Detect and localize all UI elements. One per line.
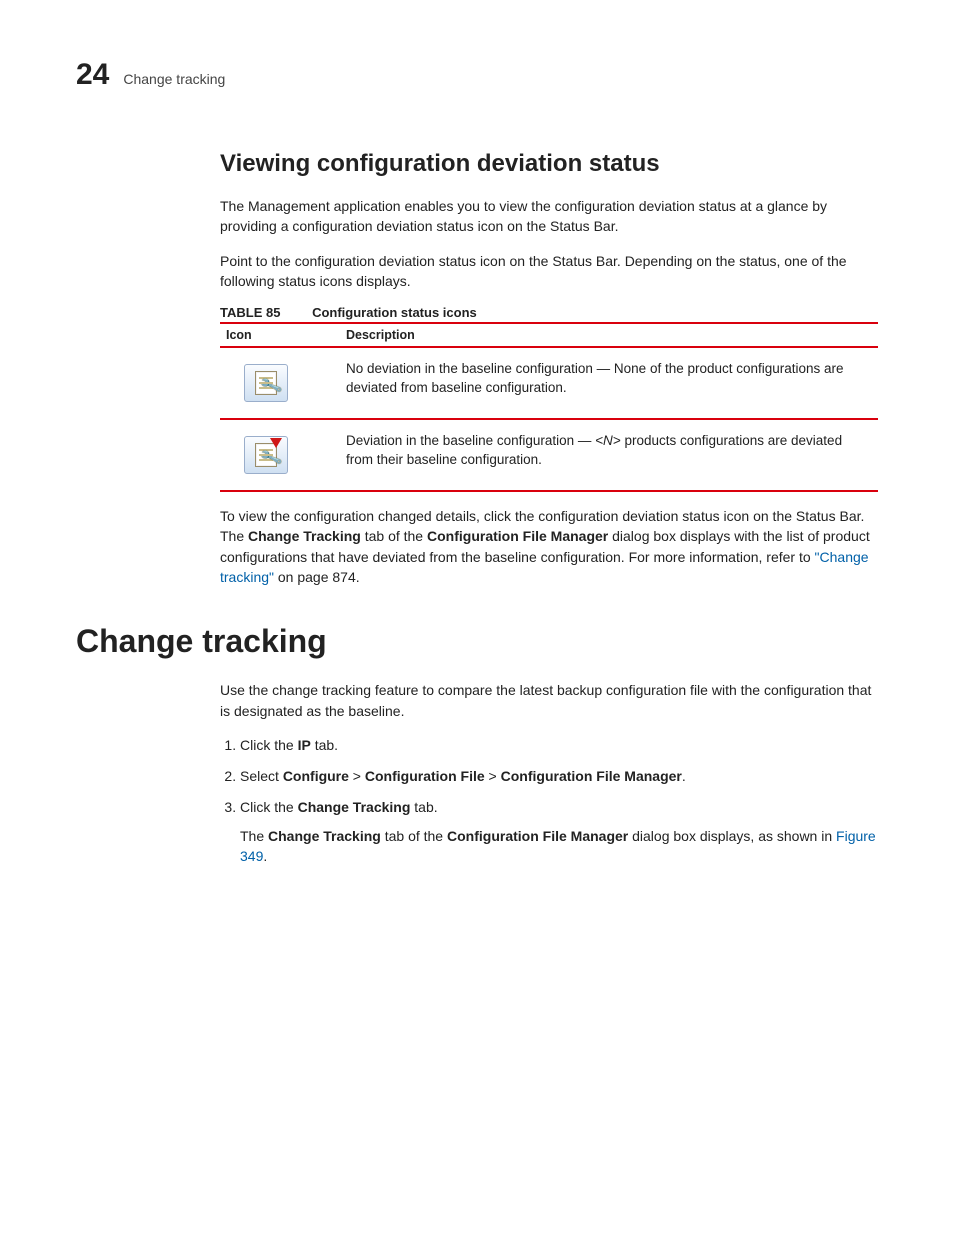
desc-deviation-n: <N> (595, 433, 621, 448)
configuration-status-table: Icon Description 🔧 No deviation in the b… (220, 322, 878, 492)
content-area-2: Use the change tracking feature to compa… (220, 680, 878, 866)
section1-para2: Point to the configuration deviation sta… (220, 251, 878, 292)
table-caption: TABLE 85 Configuration status icons (220, 305, 878, 320)
table-row: 🔧 No deviation in the baseline configura… (220, 347, 878, 419)
header-section-title: Change tracking (123, 71, 225, 87)
s3sub-b1: Change Tracking (268, 828, 381, 844)
s2c: > (349, 768, 365, 784)
post-b2: Configuration File Manager (427, 528, 608, 544)
section1-post-para: To view the configuration changed detail… (220, 506, 878, 587)
step-2: Select Configure > Configuration File > … (240, 766, 878, 787)
table-header-row: Icon Description (220, 323, 878, 347)
s2b: Configure (283, 768, 349, 784)
s1c: tab. (311, 737, 338, 753)
content-area: Viewing configuration deviation status T… (220, 150, 878, 587)
s2f: Configuration File Manager (501, 768, 682, 784)
post-c: tab of the (361, 528, 427, 544)
s2a: Select (240, 768, 283, 784)
step-1: Click the IP tab. (240, 735, 878, 756)
section2-intro: Use the change tracking feature to compa… (220, 680, 878, 721)
page-header: 24 Change tracking (76, 60, 878, 90)
s3sub-d: dialog box displays, as shown in (628, 828, 836, 844)
s3sub-e: . (263, 848, 267, 864)
procedure-steps: Click the IP tab. Select Configure > Con… (220, 735, 878, 867)
cell-desc-no-deviation: No deviation in the baseline configurati… (340, 347, 878, 419)
s3b: Change Tracking (298, 799, 411, 815)
s3a: Click the (240, 799, 298, 815)
desc-deviation-a: Deviation in the baseline configuration … (346, 433, 595, 448)
step-3: Click the Change Tracking tab. The Chang… (240, 797, 878, 867)
s3sub-b2: Configuration File Manager (447, 828, 628, 844)
table-label: TABLE 85 (220, 305, 280, 320)
section1-para1: The Management application enables you t… (220, 196, 878, 237)
col-header-description: Description (340, 323, 878, 347)
cell-desc-deviation: Deviation in the baseline configuration … (340, 419, 878, 491)
table-title: Configuration status icons (312, 305, 477, 320)
deviation-icon: 🔧 (244, 436, 288, 474)
page: 24 Change tracking Viewing configuration… (0, 0, 954, 939)
cell-icon-deviation: 🔧 (220, 419, 340, 491)
s3sub-a: The (240, 828, 268, 844)
table-row: 🔧 Deviation in the baseline configuratio… (220, 419, 878, 491)
section-heading-viewing: Viewing configuration deviation status (220, 150, 878, 178)
chapter-heading-change-tracking: Change tracking (76, 623, 878, 660)
post-e: on page 874. (274, 569, 360, 585)
s3sub-c: tab of the (381, 828, 447, 844)
col-header-icon: Icon (220, 323, 340, 347)
chapter-number: 24 (76, 60, 109, 90)
s3c: tab. (410, 799, 437, 815)
s2g: . (682, 768, 686, 784)
cell-icon-no-deviation: 🔧 (220, 347, 340, 419)
s2d: Configuration File (365, 768, 485, 784)
step-3-sub: The Change Tracking tab of the Configura… (240, 826, 878, 867)
post-b1: Change Tracking (248, 528, 361, 544)
no-deviation-icon: 🔧 (244, 364, 288, 402)
s1b: IP (298, 737, 311, 753)
s2e: > (485, 768, 501, 784)
s1a: Click the (240, 737, 298, 753)
